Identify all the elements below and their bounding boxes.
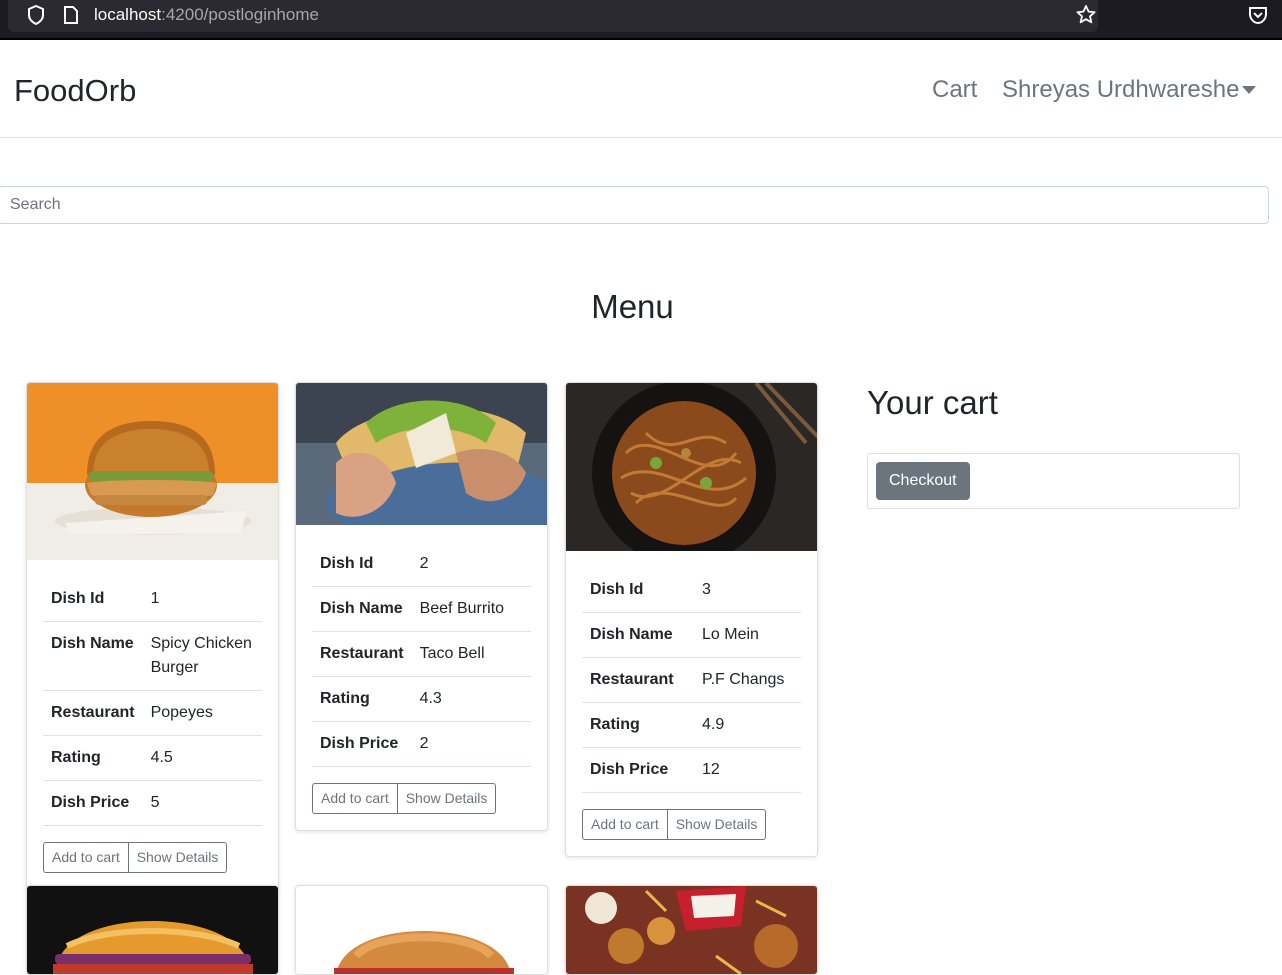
dish-id-value: 1	[142, 577, 262, 622]
add-to-cart-button[interactable]: Add to cart	[43, 842, 129, 873]
dish-name-label: Dish Name	[312, 586, 412, 632]
add-to-cart-button[interactable]: Add to cart	[582, 809, 668, 840]
dish-card: Dish Id 2 Dish Name Beef Burrito Restauran…	[295, 382, 548, 831]
user-menu-toggle[interactable]: Shreyas Urdhwareshe	[1002, 76, 1239, 104]
table-row: Dish Name Beef Burrito	[312, 586, 531, 632]
pocket-icon[interactable]	[1246, 3, 1270, 27]
navbar: FoodOrb Cart Shreyas Urdhwareshe	[0, 40, 1282, 138]
dish-name-label: Dish Name	[582, 612, 694, 658]
show-details-button[interactable]: Show Details	[397, 783, 497, 814]
rating-value: 4.5	[142, 735, 262, 781]
restaurant-label: Restaurant	[312, 631, 412, 677]
dish-id-value: 2	[411, 542, 531, 587]
page-icon	[64, 6, 78, 24]
dish-id-label: Dish Id	[312, 542, 412, 587]
nav-cart-link[interactable]: Cart	[932, 76, 977, 104]
dish-image	[296, 886, 547, 974]
dish-price-value: 2	[411, 721, 531, 767]
dish-name-value: Lo Mein	[694, 612, 801, 658]
dish-card: Dish Id 1 Dish Name Spicy Chicken Burger R…	[26, 382, 279, 890]
dish-id-label: Dish Id	[43, 577, 143, 622]
cart-panel: Checkout	[867, 453, 1240, 509]
address-bar[interactable]: localhost:4200/postloginhome	[8, 0, 1098, 32]
rating-value: 4.3	[411, 676, 531, 722]
table-row: Rating 4.5	[43, 735, 262, 781]
dish-id-value: 3	[694, 568, 801, 613]
dish-image	[296, 383, 547, 525]
table-row: Restaurant Taco Bell	[312, 631, 531, 677]
table-row: Dish Price 2	[312, 721, 531, 767]
dish-price-value: 12	[694, 747, 801, 793]
restaurant-label: Restaurant	[582, 657, 694, 703]
dish-details-table: Dish Id 3 Dish Name Lo Mein Restaurant P.F …	[582, 568, 801, 793]
restaurant-value: P.F Changs	[694, 657, 801, 703]
cart-heading: Your cart	[867, 384, 998, 421]
table-row: Dish Id 1	[43, 577, 262, 622]
shield-icon[interactable]	[26, 4, 46, 26]
dish-details-table: Dish Id 2 Dish Name Beef Burrito Restauran…	[312, 542, 531, 767]
dish-card: Dish Id 3 Dish Name Lo Mein Restaurant P.F …	[565, 382, 818, 857]
dish-price-label: Dish Price	[582, 747, 694, 793]
card-button-group: Add to cart Show Details	[312, 783, 497, 814]
url-text[interactable]: localhost:4200/postloginhome	[94, 5, 319, 25]
rating-label: Rating	[43, 735, 143, 781]
restaurant-label: Restaurant	[43, 690, 143, 736]
checkout-button[interactable]: Checkout	[876, 462, 970, 500]
dish-id-label: Dish Id	[582, 568, 694, 613]
card-button-group: Add to cart Show Details	[582, 809, 767, 840]
table-row: Dish Price 5	[43, 780, 262, 826]
table-row: Dish Price 12	[582, 747, 801, 793]
dish-price-value: 5	[142, 780, 262, 826]
dish-price-label: Dish Price	[43, 780, 143, 826]
table-row: Rating 4.3	[312, 676, 531, 722]
search-input[interactable]	[0, 186, 1269, 224]
table-row: Restaurant Popeyes	[43, 690, 262, 736]
dish-price-label: Dish Price	[312, 721, 412, 767]
dish-card	[26, 885, 279, 975]
dish-card	[295, 885, 548, 975]
dish-card	[565, 885, 818, 975]
dish-details-table: Dish Id 1 Dish Name Spicy Chicken Burger R…	[43, 577, 262, 826]
table-row: Rating 4.9	[582, 702, 801, 748]
table-row: Dish Name Spicy Chicken Burger	[43, 621, 262, 691]
browser-toolbar: localhost:4200/postloginhome	[0, 0, 1282, 40]
card-button-group: Add to cart Show Details	[43, 842, 228, 873]
bookmark-star-icon[interactable]	[1074, 3, 1098, 27]
dish-image	[566, 886, 817, 974]
chevron-down-icon[interactable]	[1242, 86, 1256, 94]
table-row: Dish Id 3	[582, 568, 801, 613]
rating-value: 4.9	[694, 702, 801, 748]
dish-name-value: Beef Burrito	[411, 586, 531, 632]
menu-heading: Menu	[591, 288, 674, 325]
show-details-button[interactable]: Show Details	[128, 842, 228, 873]
rating-label: Rating	[312, 676, 412, 722]
restaurant-value: Taco Bell	[411, 631, 531, 677]
dish-image	[27, 383, 278, 560]
dish-name-label: Dish Name	[43, 621, 143, 691]
rating-label: Rating	[582, 702, 694, 748]
dish-image	[27, 886, 278, 974]
dish-image	[566, 383, 817, 551]
brand-logo[interactable]: FoodOrb	[14, 73, 136, 109]
dish-name-value: Spicy Chicken Burger	[142, 621, 262, 691]
table-row: Dish Id 2	[312, 542, 531, 587]
table-row: Dish Name Lo Mein	[582, 612, 801, 658]
table-row: Restaurant P.F Changs	[582, 657, 801, 703]
restaurant-value: Popeyes	[142, 690, 262, 736]
show-details-button[interactable]: Show Details	[667, 809, 767, 840]
add-to-cart-button[interactable]: Add to cart	[312, 783, 398, 814]
